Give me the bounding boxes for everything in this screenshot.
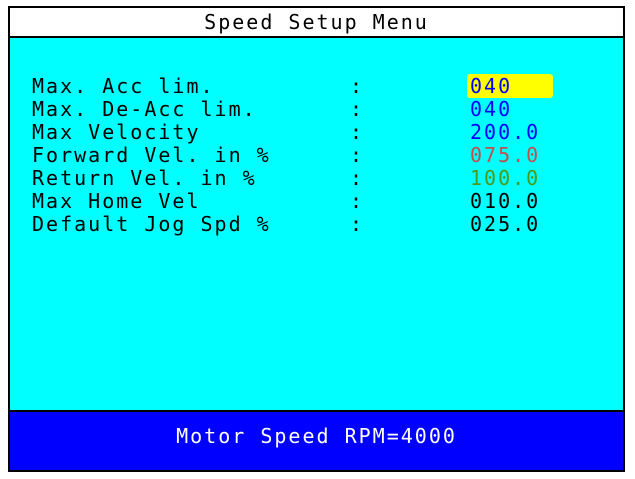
param-row-max-home-vel[interactable]: Max Home Vel : 010.0	[32, 188, 623, 213]
speed-setup-window: Speed Setup Menu Max. Acc lim. : 040 Max…	[8, 6, 625, 472]
param-colon: :	[350, 211, 365, 236]
param-colon: :	[350, 188, 365, 213]
parameter-panel: Max. Acc lim. : 040 Max. De-Acc lim. : 0…	[10, 38, 623, 410]
param-row-forward-vel[interactable]: Forward Vel. in % : 075.0	[32, 142, 623, 167]
param-row-max-acc-lim[interactable]: Max. Acc lim. : 040	[32, 73, 623, 98]
param-value[interactable]: 075.0	[470, 143, 550, 167]
param-value[interactable]: 100.0	[470, 166, 550, 190]
param-colon: :	[350, 73, 365, 98]
param-colon: :	[350, 142, 365, 167]
param-label: Max Home Vel	[32, 188, 201, 213]
param-value[interactable]: 040	[467, 73, 553, 98]
param-label: Max Velocity	[32, 119, 201, 144]
parameter-list: Max. Acc lim. : 040 Max. De-Acc lim. : 0…	[32, 73, 623, 236]
param-row-return-vel[interactable]: Return Vel. in % : 100.0	[32, 165, 623, 190]
param-row-default-jog-spd[interactable]: Default Jog Spd % : 025.0	[32, 211, 623, 236]
param-label: Return Vel. in %	[32, 165, 257, 190]
param-colon: :	[350, 119, 365, 144]
param-value[interactable]: 200.0	[470, 120, 550, 144]
param-label: Max. Acc lim.	[32, 73, 215, 98]
param-label: Forward Vel. in %	[32, 142, 271, 167]
param-value[interactable]: 010.0	[470, 189, 550, 213]
param-colon: :	[350, 96, 365, 121]
param-row-max-velocity[interactable]: Max Velocity : 200.0	[32, 119, 623, 144]
motor-speed-readout: Motor Speed RPM=4000	[176, 424, 457, 448]
param-label: Default Jog Spd %	[32, 211, 271, 236]
menu-title: Speed Setup Menu	[10, 8, 623, 38]
param-row-max-de-acc-lim[interactable]: Max. De-Acc lim. : 040	[32, 96, 623, 121]
param-label: Max. De-Acc lim.	[32, 96, 257, 121]
param-value[interactable]: 025.0	[470, 212, 550, 236]
param-value[interactable]: 040	[470, 97, 550, 121]
param-colon: :	[350, 165, 365, 190]
status-bar: Motor Speed RPM=4000	[10, 410, 623, 470]
